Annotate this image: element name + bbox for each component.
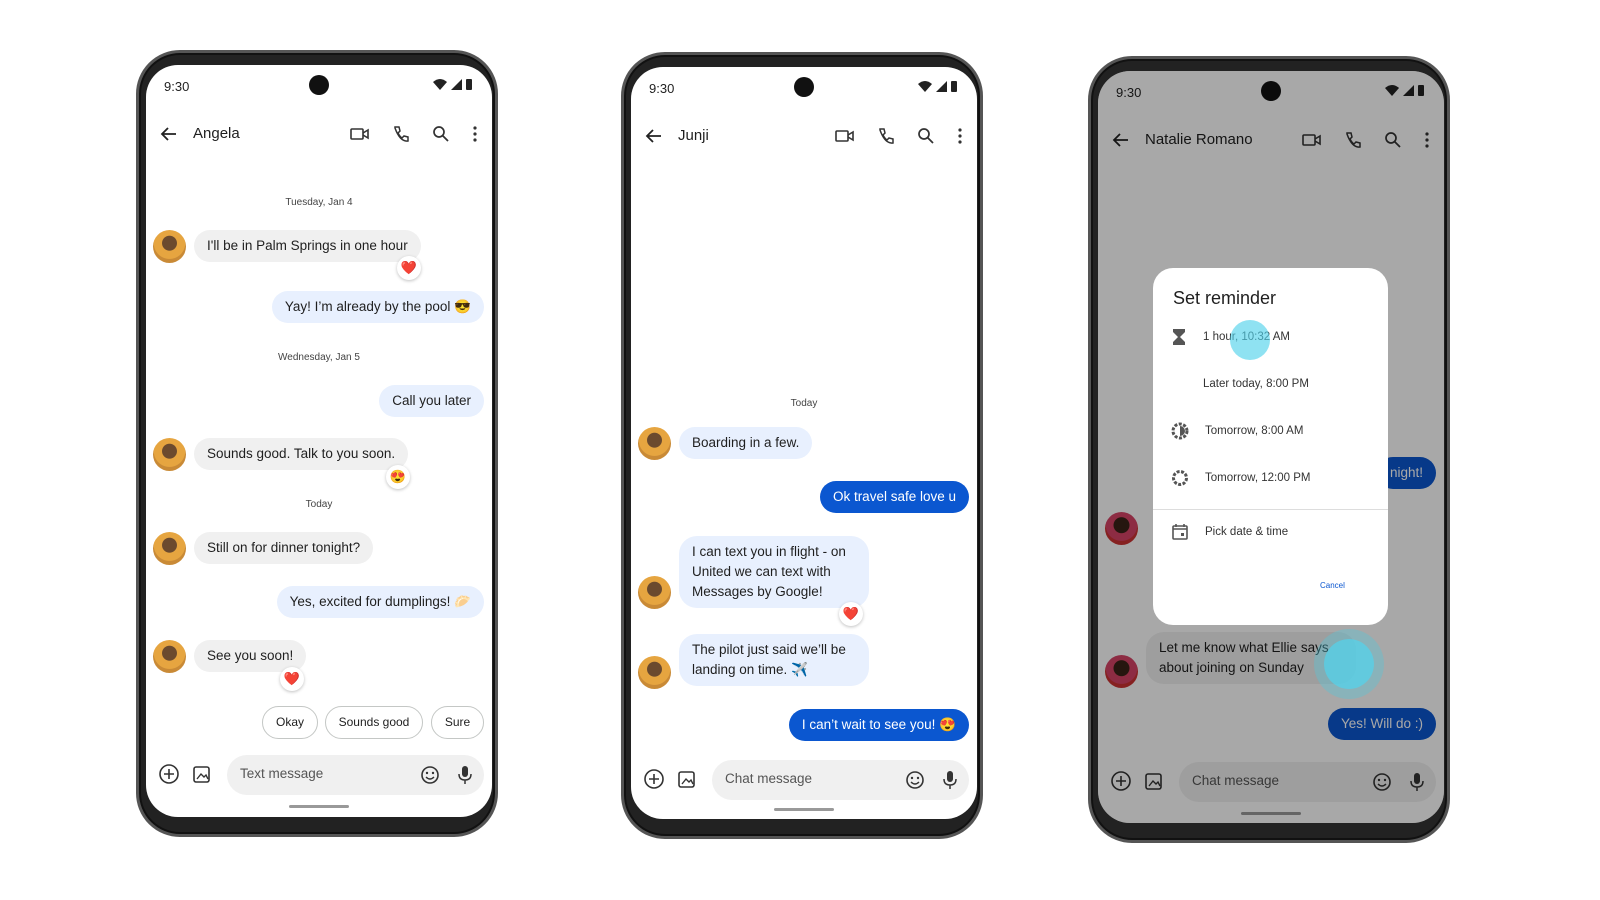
wifi-icon xyxy=(918,81,932,92)
add-icon[interactable] xyxy=(158,763,180,785)
microphone-icon[interactable] xyxy=(458,765,472,785)
camera-cutout xyxy=(309,75,329,95)
smart-reply-sure[interactable]: Sure xyxy=(431,706,484,739)
smart-reply-sounds-good[interactable]: Sounds good xyxy=(325,706,423,739)
gallery-icon[interactable] xyxy=(192,763,214,785)
wifi-icon xyxy=(433,79,447,90)
compose-bar: Text message xyxy=(146,755,492,795)
search-icon[interactable] xyxy=(432,125,450,143)
reaction-heart: ❤️ xyxy=(839,602,863,626)
status-icons xyxy=(433,79,472,90)
option-label: Tomorrow, 8:00 AM xyxy=(1205,425,1304,437)
message-placeholder: Chat message xyxy=(725,771,813,786)
reminder-option-tomorrow-morning[interactable]: Tomorrow, 8:00 AM xyxy=(1171,422,1303,440)
message-incoming[interactable]: Still on for dinner tonight? xyxy=(194,532,374,564)
smart-reply-okay[interactable]: Okay xyxy=(262,706,318,739)
option-label: Pick date & time xyxy=(1205,526,1289,538)
dialog-title: Set reminder xyxy=(1173,288,1277,308)
back-arrow-icon[interactable] xyxy=(160,125,178,143)
home-indicator[interactable] xyxy=(774,808,834,811)
avatar xyxy=(638,427,671,460)
microphone-icon[interactable] xyxy=(943,770,957,790)
sun-icon xyxy=(1172,470,1188,486)
message-incoming[interactable]: I can text you in flight - on United we … xyxy=(679,536,869,608)
search-icon[interactable] xyxy=(917,127,935,145)
moon-icon xyxy=(1174,376,1182,392)
date-divider: Wednesday, Jan 5 xyxy=(278,352,360,363)
message-incoming[interactable]: Boarding in a few. xyxy=(679,427,813,459)
touch-indicator xyxy=(1230,320,1270,360)
set-reminder-dialog: Set reminder 1 hour, 10:32 AM Later toda… xyxy=(1153,268,1388,625)
status-time: 9:30 xyxy=(164,79,190,94)
contact-name: Junji xyxy=(678,127,709,144)
reminder-option-later-today[interactable]: Later today, 8:00 PM xyxy=(1171,375,1309,393)
option-label: Later today, 8:00 PM xyxy=(1203,378,1309,390)
signal-icon xyxy=(451,79,462,90)
contact-name: Angela xyxy=(193,125,240,142)
phone-angela: 9:30 Angela Tuesday, Jan 4 I'll be in Pa… xyxy=(136,50,498,837)
camera-cutout xyxy=(794,77,814,97)
more-options-icon[interactable] xyxy=(472,125,478,143)
reaction-heart: ❤️ xyxy=(280,667,304,691)
avatar xyxy=(153,230,186,263)
message-outgoing[interactable]: Yes, excited for dumplings! 🥟 xyxy=(276,586,484,618)
video-call-icon[interactable] xyxy=(350,125,370,143)
emoji-icon[interactable] xyxy=(905,770,925,790)
message-outgoing[interactable]: Ok travel safe love u xyxy=(819,481,969,513)
avatar xyxy=(153,640,186,673)
date-divider: Today xyxy=(790,398,818,409)
conversation-header: Angela xyxy=(146,121,492,149)
phone-call-icon[interactable] xyxy=(877,127,895,145)
emoji-icon[interactable] xyxy=(420,765,440,785)
back-arrow-icon[interactable] xyxy=(645,127,663,145)
hourglass-icon xyxy=(1173,329,1185,345)
date-divider: Tuesday, Jan 4 xyxy=(285,197,353,208)
message-incoming[interactable]: The pilot just said we’ll be landing on … xyxy=(679,634,869,686)
battery-icon xyxy=(466,79,472,90)
screen: 9:30 Natalie Romano night! Let me know w… xyxy=(1098,71,1444,823)
screen: 9:30 Junji Today Boarding in a few. Ok t… xyxy=(631,67,977,819)
avatar xyxy=(638,576,671,609)
status-icons xyxy=(918,81,957,92)
message-placeholder: Text message xyxy=(240,766,324,781)
reaction-heart: ❤️ xyxy=(397,256,421,280)
avatar xyxy=(153,438,186,471)
gallery-icon[interactable] xyxy=(677,768,699,790)
option-label: Tomorrow, 12:00 PM xyxy=(1205,472,1311,484)
conversation-header: Junji xyxy=(631,123,977,151)
avatar xyxy=(153,532,186,565)
avatar xyxy=(638,656,671,689)
signal-icon xyxy=(936,81,947,92)
more-options-icon[interactable] xyxy=(957,127,963,145)
date-divider: Today xyxy=(305,499,333,510)
phone-junji: 9:30 Junji Today Boarding in a few. Ok t… xyxy=(621,52,983,839)
message-input[interactable]: Chat message xyxy=(712,760,969,800)
touch-indicator xyxy=(1324,639,1374,689)
reminder-option-pick-date[interactable]: Pick date & time xyxy=(1171,523,1288,541)
status-time: 9:30 xyxy=(649,81,675,96)
message-outgoing[interactable]: Call you later xyxy=(379,385,484,417)
divider xyxy=(1153,509,1388,510)
phone-call-icon[interactable] xyxy=(392,125,410,143)
screen: 9:30 Angela Tuesday, Jan 4 I'll be in Pa… xyxy=(146,65,492,817)
message-incoming[interactable]: I'll be in Palm Springs in one hour xyxy=(194,230,421,262)
video-call-icon[interactable] xyxy=(835,127,855,145)
calendar-icon xyxy=(1172,524,1188,540)
message-outgoing[interactable]: I can’t wait to see you! 😍 xyxy=(788,709,969,741)
message-input[interactable]: Text message xyxy=(227,755,484,795)
cancel-button[interactable]: Cancel xyxy=(1320,581,1345,590)
add-icon[interactable] xyxy=(643,768,665,790)
reaction-heart-eyes: 😍 xyxy=(386,465,410,489)
message-incoming[interactable]: Sounds good. Talk to you soon. xyxy=(194,438,409,470)
brightness-icon xyxy=(1171,422,1189,440)
compose-bar: Chat message xyxy=(631,760,977,800)
message-outgoing[interactable]: Yay! I’m already by the pool 😎 xyxy=(271,291,484,323)
home-indicator[interactable] xyxy=(289,805,349,808)
reminder-option-tomorrow-noon[interactable]: Tomorrow, 12:00 PM xyxy=(1171,469,1310,487)
phone-natalie: 9:30 Natalie Romano night! Let me know w… xyxy=(1088,56,1450,843)
battery-icon xyxy=(951,81,957,92)
